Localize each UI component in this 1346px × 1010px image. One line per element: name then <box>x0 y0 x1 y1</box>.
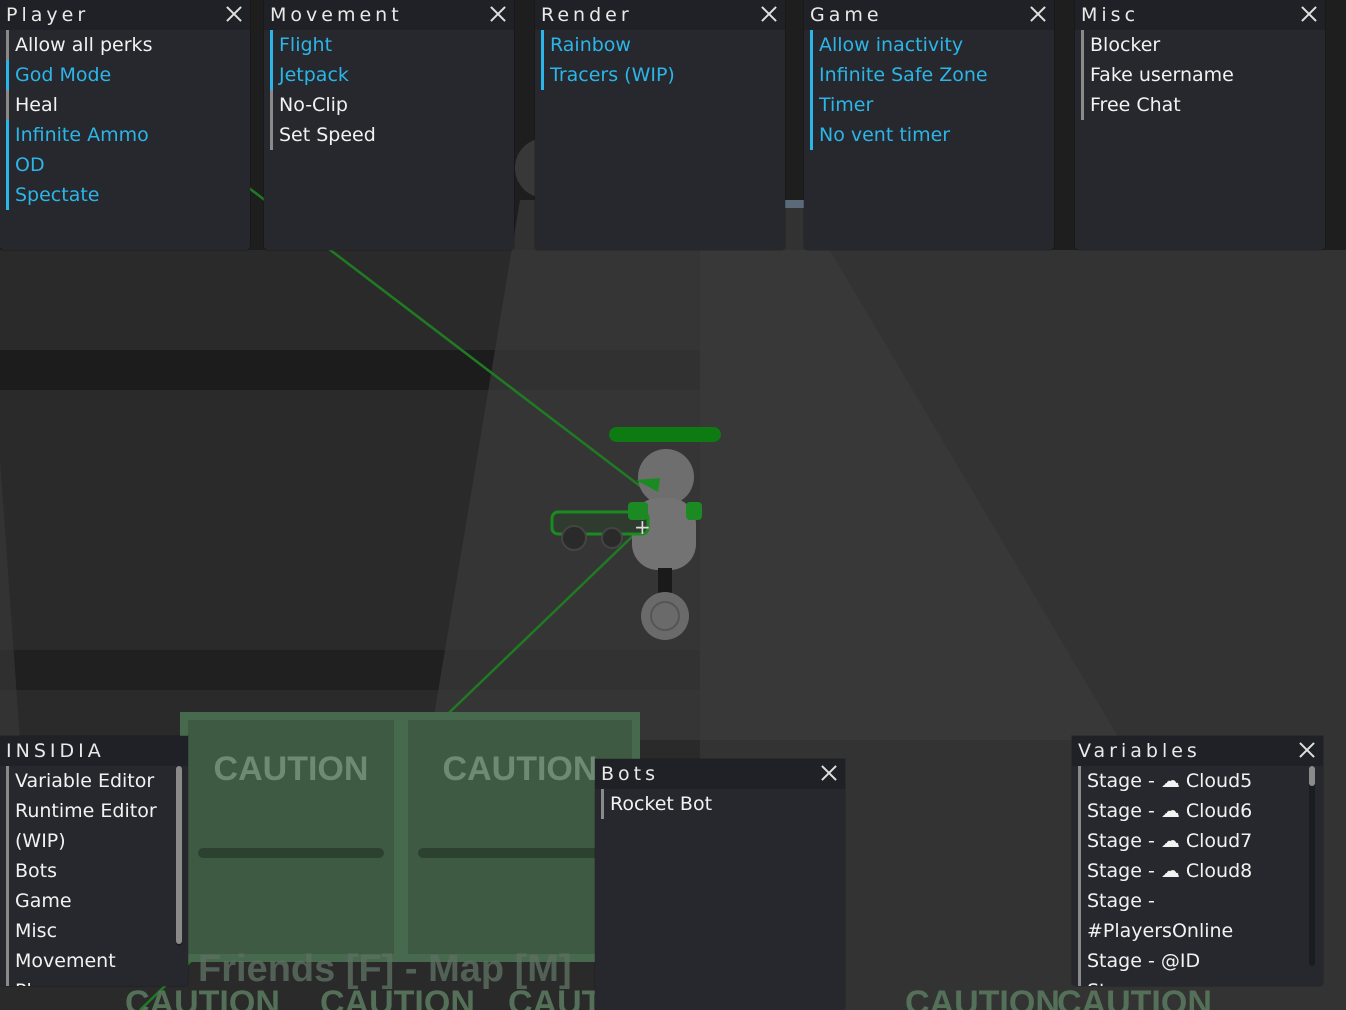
module-item[interactable]: Tracers (WIP) <box>541 60 785 90</box>
module-item[interactable]: Free Chat <box>1081 90 1325 120</box>
category-item[interactable]: Runtime Editor <box>6 796 188 826</box>
variable-item[interactable]: #PlayersOnline <box>1078 916 1323 946</box>
module-item[interactable]: Rainbow <box>541 30 785 60</box>
panel-title: Movement <box>270 4 403 26</box>
module-list: Rocket Bot <box>595 789 845 819</box>
module-list: Allow inactivity Infinite Safe Zone Time… <box>804 30 1054 150</box>
panel-header[interactable]: Movement <box>264 0 514 30</box>
module-item[interactable]: Fake username <box>1081 60 1325 90</box>
bots-panel: Bots Rocket Bot <box>595 759 845 1010</box>
module-item[interactable]: Blocker <box>1081 30 1325 60</box>
panel-header[interactable]: Bots <box>595 759 845 789</box>
caution-label: CAUTION <box>1057 984 1212 1010</box>
module-list: Allow all perks God Mode Heal Infinite A… <box>0 30 250 210</box>
category-item[interactable]: Game <box>6 886 188 916</box>
close-icon[interactable] <box>1299 4 1319 24</box>
scrollbar-thumb[interactable] <box>1309 766 1315 786</box>
module-item[interactable]: Heal <box>6 90 250 120</box>
panel-title: Misc <box>1081 4 1140 26</box>
variable-item[interactable]: Stage - <box>1078 886 1323 916</box>
caution-label: CAUTION <box>125 984 280 1010</box>
scrollbar-thumb[interactable] <box>176 766 182 944</box>
panel-title: Player <box>6 4 90 26</box>
variable-item[interactable]: Stage - <box>1078 976 1323 986</box>
module-item[interactable]: God Mode <box>6 60 250 90</box>
panel-title: Game <box>810 4 883 26</box>
module-item[interactable]: Spectate <box>6 180 250 210</box>
category-list: Variable Editor Runtime Editor (WIP) Bot… <box>0 766 188 986</box>
panel-title: Bots <box>601 763 660 785</box>
variable-item[interactable]: Stage - ☁ Cloud7 <box>1078 826 1323 856</box>
category-item[interactable]: Misc <box>6 916 188 946</box>
module-item[interactable]: Set Speed <box>270 120 514 150</box>
module-item[interactable]: Rocket Bot <box>601 789 845 819</box>
panel-header[interactable]: Render <box>535 0 785 30</box>
close-icon[interactable] <box>759 4 779 24</box>
module-item[interactable]: Allow all perks <box>6 30 250 60</box>
render-panel: Render Rainbow Tracers (WIP) <box>535 0 785 250</box>
panel-header[interactable]: Variables <box>1072 736 1323 766</box>
module-list: Flight Jetpack No-Clip Set Speed <box>264 30 514 150</box>
panel-header[interactable]: Player <box>0 0 250 30</box>
panel-header[interactable]: Game <box>804 0 1054 30</box>
module-item[interactable]: Infinite Ammo <box>6 120 250 150</box>
category-item[interactable]: (WIP) <box>6 826 188 856</box>
module-item[interactable]: Infinite Safe Zone <box>810 60 1054 90</box>
module-list: Rainbow Tracers (WIP) <box>535 30 785 90</box>
player-panel: Player Allow all perks God Mode Heal Inf… <box>0 0 250 250</box>
module-item[interactable]: Timer <box>810 90 1054 120</box>
variable-item[interactable]: Stage - ☁ Cloud8 <box>1078 856 1323 886</box>
close-icon[interactable] <box>819 763 839 783</box>
caution-crate: CAUTION <box>180 712 402 962</box>
module-item[interactable]: No vent timer <box>810 120 1054 150</box>
category-item[interactable]: Variable Editor <box>6 766 188 796</box>
close-icon[interactable] <box>224 4 244 24</box>
category-item[interactable]: Movement <box>6 946 188 976</box>
panel-header[interactable]: Misc <box>1075 0 1325 30</box>
misc-panel: Misc Blocker Fake username Free Chat <box>1075 0 1325 250</box>
caution-label: CAUTION <box>213 750 369 788</box>
module-item[interactable]: Allow inactivity <box>810 30 1054 60</box>
svg-text:+: + <box>634 515 651 539</box>
module-item[interactable]: OD <box>6 150 250 180</box>
variables-panel: Variables Stage - ☁ Cloud5 Stage - ☁ Clo… <box>1072 736 1323 986</box>
panel-header[interactable]: INSIDIA <box>0 736 188 766</box>
variable-item[interactable]: Stage - @ID <box>1078 946 1323 976</box>
category-item[interactable]: Player <box>6 976 188 986</box>
variable-item[interactable]: Stage - ☁ Cloud5 <box>1078 766 1323 796</box>
caution-label: CAUTION <box>905 984 1060 1010</box>
close-icon[interactable] <box>1028 4 1048 24</box>
module-item[interactable]: Flight <box>270 30 514 60</box>
player-character: + <box>550 449 702 640</box>
variable-item[interactable]: Stage - ☁ Cloud6 <box>1078 796 1323 826</box>
movement-panel: Movement Flight Jetpack No-Clip Set Spee… <box>264 0 514 250</box>
scrollbar[interactable] <box>176 766 182 946</box>
scrollbar[interactable] <box>1309 766 1315 966</box>
insidia-panel: INSIDIA Variable Editor Runtime Editor (… <box>0 736 188 986</box>
module-list: Blocker Fake username Free Chat <box>1075 30 1325 120</box>
panel-title: Render <box>541 4 633 26</box>
variable-list: Stage - ☁ Cloud5 Stage - ☁ Cloud6 Stage … <box>1072 766 1323 986</box>
panel-title: INSIDIA <box>6 740 105 762</box>
close-icon[interactable] <box>1297 740 1317 760</box>
category-item[interactable]: Bots <box>6 856 188 886</box>
caution-label: CAUTION <box>320 984 475 1010</box>
panel-title: Variables <box>1078 740 1201 762</box>
module-item[interactable]: No-Clip <box>270 90 514 120</box>
module-item[interactable]: Jetpack <box>270 60 514 90</box>
game-panel: Game Allow inactivity Infinite Safe Zone… <box>804 0 1054 250</box>
close-icon[interactable] <box>488 4 508 24</box>
